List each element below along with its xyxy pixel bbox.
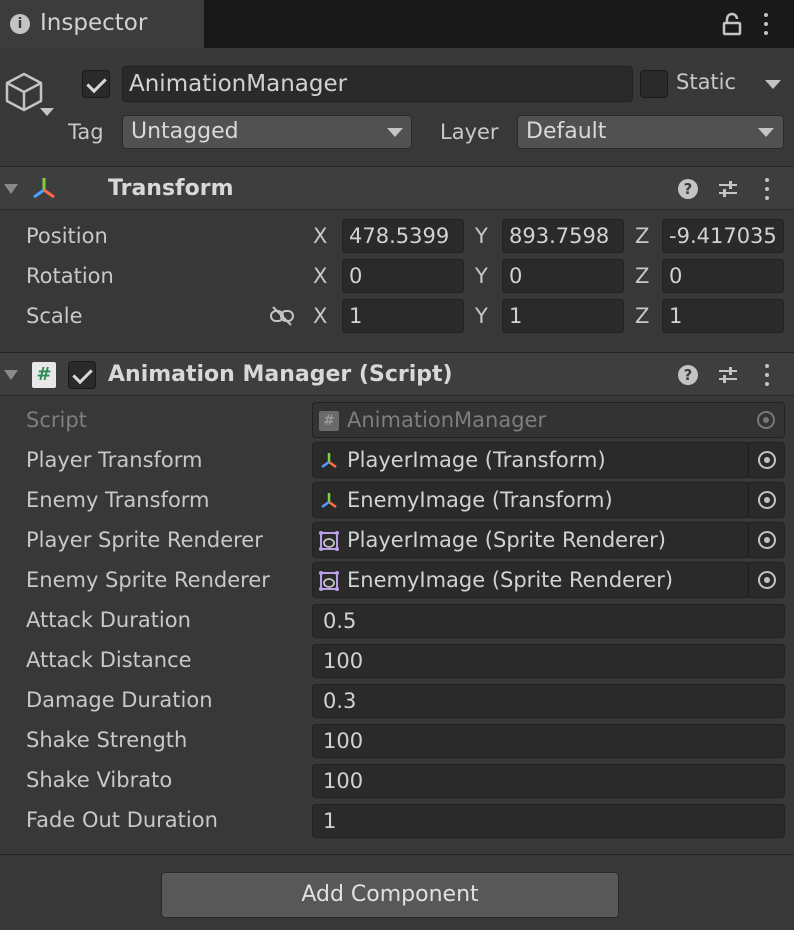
scale-z-field[interactable]: 1 <box>662 299 784 333</box>
player-sprite-renderer-value: PlayerImage (Sprite Renderer) <box>347 528 666 552</box>
position-z-field[interactable]: -9.417035 <box>662 219 784 253</box>
layer-label: Layer <box>440 120 499 144</box>
info-icon: i <box>10 14 30 34</box>
divider <box>0 854 794 855</box>
static-label: Static <box>676 70 737 94</box>
damage-duration-field[interactable]: 0.3 <box>312 684 785 718</box>
csharp-script-icon: # <box>319 411 339 431</box>
attack-distance-field[interactable]: 100 <box>312 644 785 678</box>
enemy-sprite-renderer-label: Enemy Sprite Renderer <box>26 568 270 592</box>
sprite-renderer-icon <box>319 571 339 591</box>
shake-vibrato-label: Shake Vibrato <box>26 768 173 792</box>
scale-label: Scale <box>26 304 83 328</box>
help-icon[interactable]: ? <box>678 179 698 199</box>
enemy-transform-label: Enemy Transform <box>26 488 210 512</box>
chevron-down-icon <box>387 128 403 137</box>
tag-label: Tag <box>68 120 104 144</box>
transform-icon <box>321 493 337 509</box>
enemy-transform-field[interactable]: EnemyImage (Transform) <box>312 482 785 518</box>
object-picker-icon[interactable] <box>748 523 784 557</box>
foldout-arrow-icon[interactable] <box>4 184 18 194</box>
axis-y-label[interactable]: Y <box>475 264 488 288</box>
transform-title: Transform <box>108 176 234 201</box>
rotation-label: Rotation <box>26 264 114 288</box>
layer-dropdown[interactable]: Default <box>517 115 784 149</box>
attack-duration-field[interactable]: 0.5 <box>312 604 785 638</box>
axis-y-label[interactable]: Y <box>475 224 488 248</box>
player-transform-label: Player Transform <box>26 448 203 472</box>
script-component-title: Animation Manager (Script) <box>108 362 453 387</box>
player-sprite-renderer-field[interactable]: PlayerImage (Sprite Renderer) <box>312 522 785 558</box>
transform-icon <box>33 178 55 199</box>
enemy-sprite-renderer-value: EnemyImage (Sprite Renderer) <box>347 568 674 592</box>
lock-icon[interactable] <box>722 12 742 36</box>
kebab-menu-icon[interactable] <box>763 13 769 35</box>
static-dropdown-icon[interactable] <box>765 80 781 89</box>
tab-inspector[interactable]: i Inspector <box>0 0 204 48</box>
fade-out-duration-label: Fade Out Duration <box>26 808 218 832</box>
script-value: AnimationManager <box>347 408 547 432</box>
rotation-z-field[interactable]: 0 <box>662 259 784 293</box>
script-object-field: # AnimationManager <box>312 402 785 438</box>
component-menu-icon[interactable] <box>764 178 770 200</box>
help-icon[interactable]: ? <box>678 365 698 385</box>
tab-title: Inspector <box>40 10 148 36</box>
position-y-field[interactable]: 893.7598 <box>502 219 624 253</box>
active-checkbox[interactable] <box>82 70 110 98</box>
tag-value: Untagged <box>131 119 239 144</box>
script-component-header[interactable]: # Animation Manager (Script) ? <box>0 352 794 396</box>
fade-out-duration-field[interactable]: 1 <box>312 804 785 838</box>
player-sprite-renderer-label: Player Sprite Renderer <box>26 528 263 552</box>
layer-value: Default <box>526 119 607 144</box>
axis-x-label[interactable]: X <box>313 264 327 288</box>
script-label: Script <box>26 408 87 432</box>
preset-settings-icon[interactable] <box>717 364 739 386</box>
object-picker-icon <box>748 403 784 437</box>
transform-header[interactable]: Transform ? <box>0 166 794 210</box>
attack-duration-label: Attack Duration <box>26 608 191 632</box>
sprite-renderer-icon <box>319 531 339 551</box>
enemy-transform-value: EnemyImage (Transform) <box>347 488 613 512</box>
object-picker-icon[interactable] <box>748 443 784 477</box>
tag-dropdown[interactable]: Untagged <box>122 115 412 149</box>
axis-y-label[interactable]: Y <box>475 304 488 328</box>
damage-duration-label: Damage Duration <box>26 688 213 712</box>
static-checkbox[interactable] <box>640 70 668 98</box>
transform-icon <box>321 453 337 469</box>
csharp-script-icon: # <box>32 362 56 388</box>
enemy-sprite-renderer-field[interactable]: EnemyImage (Sprite Renderer) <box>312 562 785 598</box>
shake-strength-label: Shake Strength <box>26 728 188 752</box>
position-x-field[interactable]: 478.5399 <box>342 219 464 253</box>
shake-vibrato-field[interactable]: 100 <box>312 764 785 798</box>
axis-z-label[interactable]: Z <box>635 264 649 288</box>
axis-x-label[interactable]: X <box>313 224 327 248</box>
component-menu-icon[interactable] <box>764 364 770 386</box>
attack-distance-label: Attack Distance <box>26 648 192 672</box>
scale-x-field[interactable]: 1 <box>342 299 464 333</box>
player-transform-value: PlayerImage (Transform) <box>347 448 606 472</box>
rotation-x-field[interactable]: 0 <box>342 259 464 293</box>
axis-z-label[interactable]: Z <box>635 224 649 248</box>
position-label: Position <box>26 224 108 248</box>
player-transform-field[interactable]: PlayerImage (Transform) <box>312 442 785 478</box>
shake-strength-field[interactable]: 100 <box>312 724 785 758</box>
object-picker-icon[interactable] <box>748 483 784 517</box>
preset-settings-icon[interactable] <box>717 178 739 200</box>
axis-x-label[interactable]: X <box>313 304 327 328</box>
scale-y-field[interactable]: 1 <box>502 299 624 333</box>
add-component-button[interactable]: Add Component <box>161 872 619 918</box>
cube-icon[interactable] <box>4 70 44 114</box>
chevron-down-icon <box>758 128 774 137</box>
gameobject-name-field[interactable]: AnimationManager <box>122 66 633 102</box>
foldout-arrow-icon[interactable] <box>4 370 18 380</box>
link-broken-icon[interactable] <box>269 305 295 327</box>
object-picker-icon[interactable] <box>748 563 784 597</box>
axis-z-label[interactable]: Z <box>635 304 649 328</box>
rotation-y-field[interactable]: 0 <box>502 259 624 293</box>
icon-dropdown-caret[interactable] <box>40 108 54 116</box>
script-enabled-checkbox[interactable] <box>68 361 96 389</box>
